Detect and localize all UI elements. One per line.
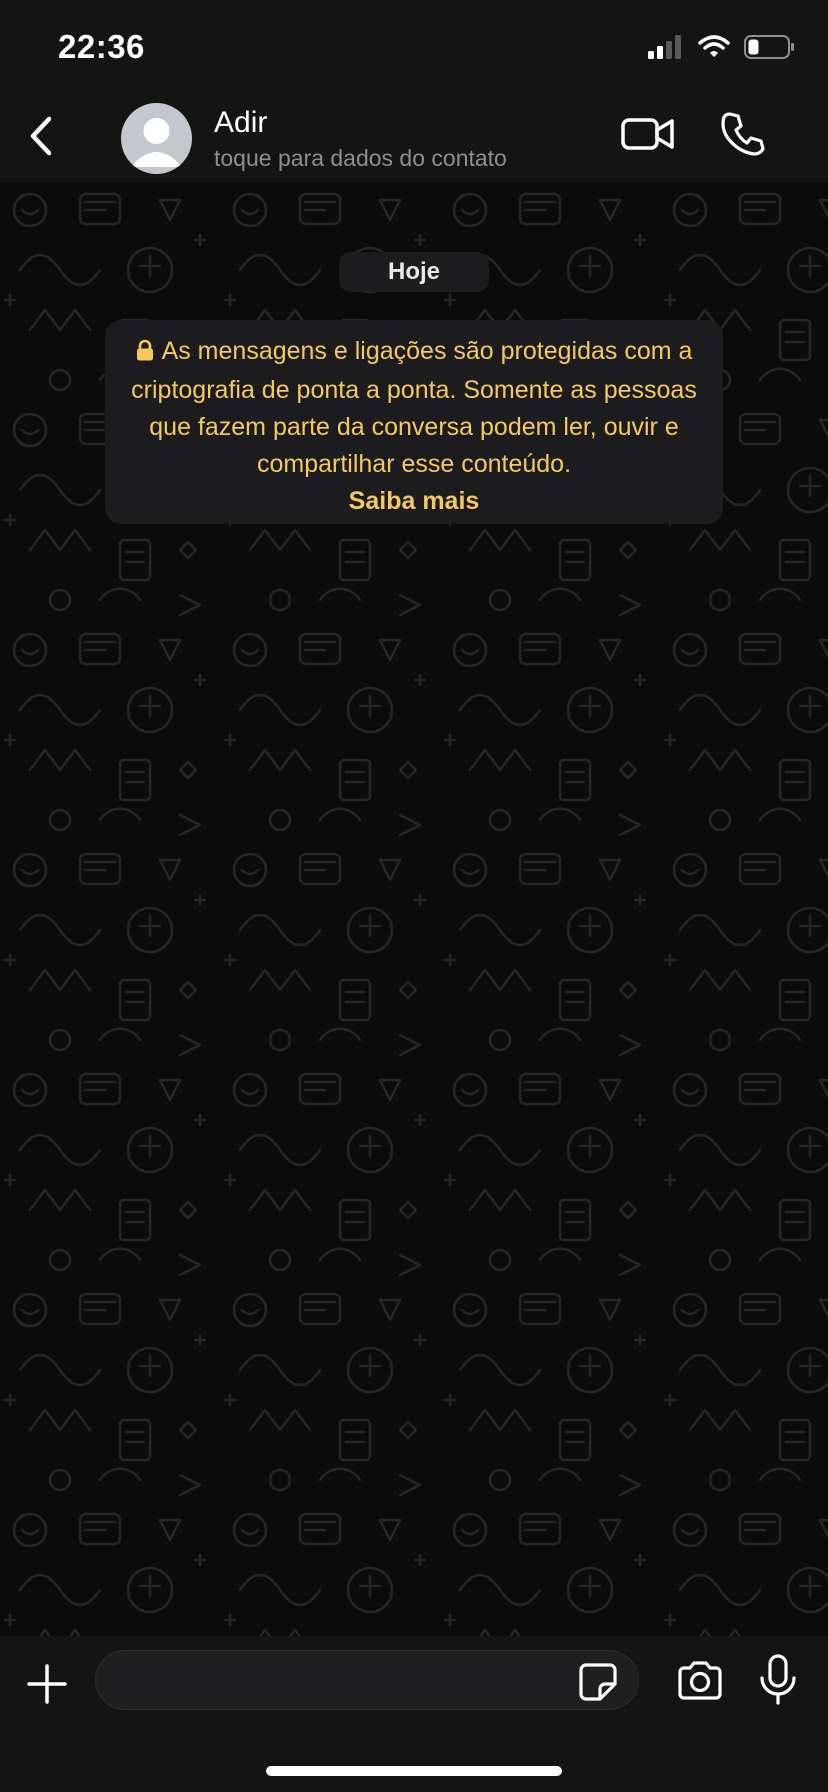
microphone-button[interactable] xyxy=(758,1654,798,1706)
sticker-button[interactable] xyxy=(578,1662,618,1702)
camera-icon xyxy=(678,1661,722,1700)
status-time: 22:36 xyxy=(58,28,145,65)
wifi-icon xyxy=(698,34,730,64)
home-indicator[interactable] xyxy=(266,1766,562,1776)
plus-icon xyxy=(27,1664,67,1704)
camera-button[interactable] xyxy=(676,1660,724,1702)
learn-more-link[interactable]: Saiba mais xyxy=(125,483,703,520)
attach-button[interactable] xyxy=(26,1663,68,1705)
chevron-left-icon xyxy=(30,116,52,156)
video-call-button[interactable] xyxy=(620,114,676,154)
sticker-icon xyxy=(579,1663,617,1701)
lock-icon xyxy=(136,335,154,372)
status-bar: 22:36 xyxy=(0,0,828,90)
encryption-notice[interactable]: As mensagens e ligações são protegidas c… xyxy=(105,320,723,524)
back-button[interactable] xyxy=(18,108,62,164)
composer-bar xyxy=(0,1636,828,1792)
contact-name[interactable]: Adir xyxy=(214,106,267,140)
contact-subtitle[interactable]: toque para dados do contato xyxy=(214,145,507,172)
microphone-icon xyxy=(760,1654,796,1705)
date-separator: Hoje xyxy=(339,252,489,292)
cellular-signal-icon xyxy=(648,34,684,64)
status-icons xyxy=(648,34,796,64)
contact-avatar[interactable] xyxy=(121,103,192,174)
video-camera-icon xyxy=(621,118,674,150)
chat-screen: 22:36 Adir toque para dados do contato H… xyxy=(0,0,828,1792)
voice-call-button[interactable] xyxy=(720,110,766,156)
battery-icon xyxy=(744,34,796,65)
default-avatar-icon xyxy=(131,118,182,167)
chat-header: Adir toque para dados do contato xyxy=(0,90,828,182)
encryption-notice-text: As mensagens e ligações são protegidas c… xyxy=(131,337,697,478)
message-input[interactable] xyxy=(95,1650,639,1710)
phone-icon xyxy=(721,112,765,156)
